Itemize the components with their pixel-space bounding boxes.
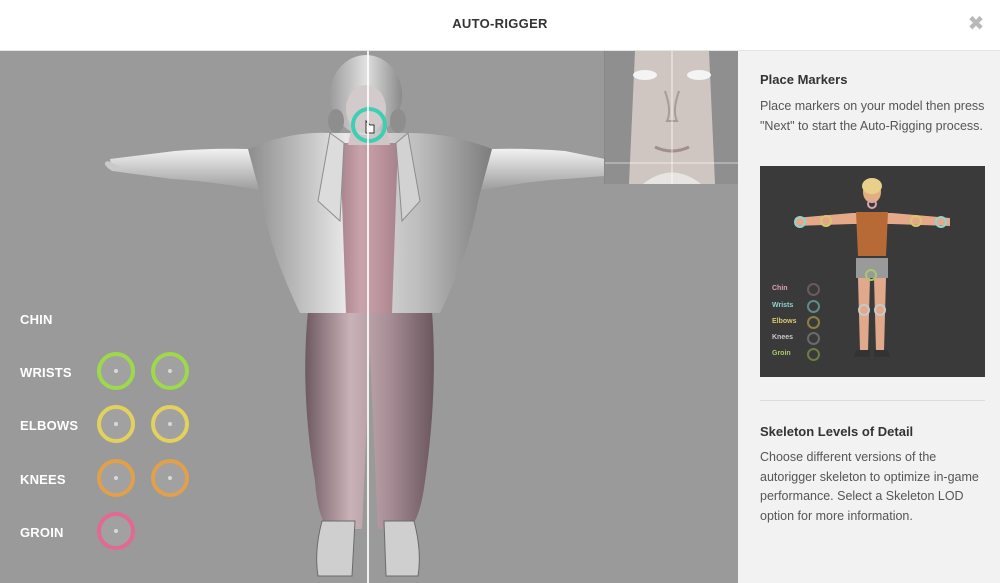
center-guide-line bbox=[367, 51, 369, 583]
knee-marker-right[interactable] bbox=[151, 459, 189, 497]
zoom-preview bbox=[604, 51, 738, 184]
model-viewport[interactable]: CHIN WRISTS ELBOWS KNEES GROIN bbox=[0, 51, 738, 583]
marker-label-wrists: WRISTS bbox=[20, 365, 72, 380]
guide-ring-wrists bbox=[807, 300, 820, 313]
guide-ring-knees bbox=[807, 332, 820, 345]
wrist-marker-left[interactable] bbox=[97, 352, 135, 390]
sidebar-divider bbox=[760, 400, 985, 401]
skeleton-lod-heading: Skeleton Levels of Detail bbox=[760, 424, 914, 439]
guide-ring-chin bbox=[807, 283, 820, 296]
wrist-marker-right[interactable] bbox=[151, 352, 189, 390]
marker-guide-image: Chin Wrists Elbows Knees Groin bbox=[760, 166, 985, 377]
guide-label-elbows: Elbows bbox=[772, 318, 797, 325]
elbow-marker-left[interactable] bbox=[97, 405, 135, 443]
dialog-header: AUTO-RIGGER ✖ bbox=[0, 0, 1000, 51]
guide-label-wrists: Wrists bbox=[772, 302, 794, 309]
marker-label-elbows: ELBOWS bbox=[20, 418, 79, 433]
guide-label-knees: Knees bbox=[772, 334, 794, 341]
marker-label-groin: GROIN bbox=[20, 525, 64, 540]
guide-label-groin: Groin bbox=[772, 350, 791, 357]
elbow-marker-right[interactable] bbox=[151, 405, 189, 443]
place-markers-description: Place markers on your model then press "… bbox=[760, 99, 985, 133]
guide-label-chin: Chin bbox=[772, 285, 788, 292]
marker-label-knees: KNEES bbox=[20, 472, 66, 487]
guide-ring-groin bbox=[807, 348, 820, 361]
groin-marker[interactable] bbox=[97, 512, 135, 550]
marker-label-chin: CHIN bbox=[20, 312, 53, 327]
place-markers-heading: Place Markers bbox=[760, 72, 848, 87]
knee-marker-left[interactable] bbox=[97, 459, 135, 497]
dialog-title: AUTO-RIGGER bbox=[452, 16, 548, 31]
close-icon[interactable]: ✖ bbox=[966, 14, 986, 34]
instructions-sidebar: Place Markers Place markers on your mode… bbox=[738, 51, 1000, 583]
guide-ring-elbows bbox=[807, 316, 820, 329]
skeleton-lod-description: Choose different versions of the autorig… bbox=[760, 450, 979, 523]
